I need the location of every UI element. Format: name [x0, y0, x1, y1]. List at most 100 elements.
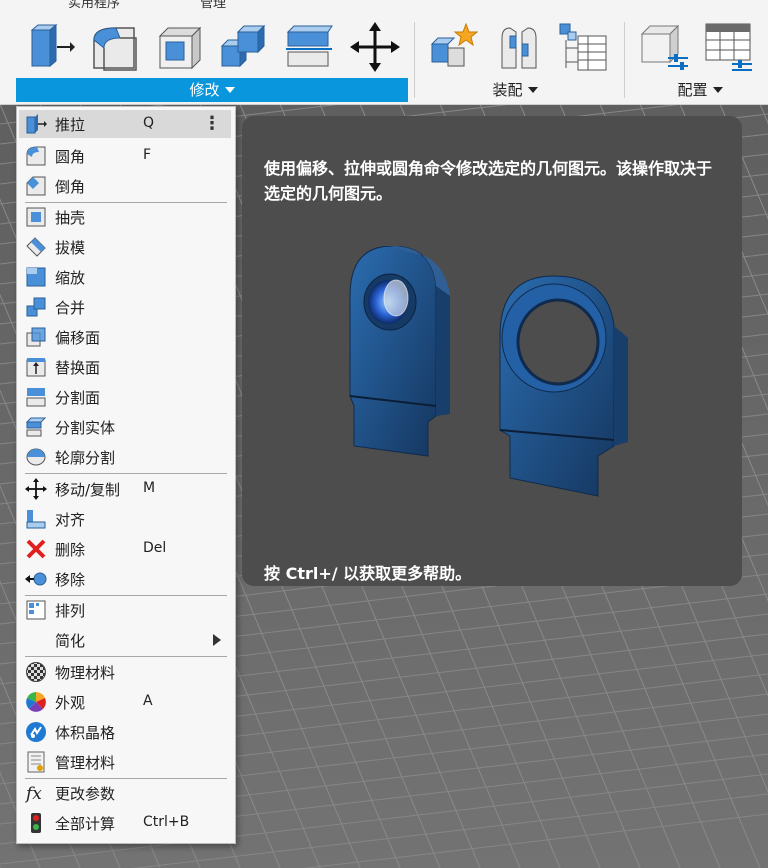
- menu-item-label: 移动/复制: [55, 481, 121, 499]
- physical-material-icon: [26, 662, 46, 682]
- volumetric-lattice-icon: [26, 722, 46, 742]
- menu-item-shortcut: A: [143, 693, 153, 709]
- menu-item-silhouette-split[interactable]: 轮廓分割: [19, 443, 231, 471]
- assemble-label: 装配: [492, 81, 523, 99]
- tab-utilities[interactable]: 实用程序: [68, 0, 120, 11]
- menu-item-press-pull[interactable]: 推拉 Q ⋮: [19, 110, 231, 138]
- menu-item-replace-face[interactable]: 替换面: [19, 353, 231, 381]
- menu-item-label: 排列: [55, 602, 86, 620]
- menu-item-label: 分割面: [55, 389, 101, 407]
- menu-item-label: 管理材料: [55, 754, 116, 772]
- menu-item-label: 拔模: [55, 239, 86, 257]
- compute-all-icon: [31, 813, 41, 833]
- menu-item-simplify[interactable]: 简化: [19, 626, 231, 654]
- menu-item-shortcut: Q: [143, 115, 155, 131]
- tab-manage[interactable]: 管理: [200, 0, 226, 11]
- modify-label: 修改: [189, 81, 220, 99]
- toolbar-separator: [414, 22, 415, 98]
- menu-item-move-copy[interactable]: 移动/复制 M: [19, 475, 231, 503]
- manage-materials-icon: [27, 751, 45, 773]
- fillet-icon[interactable]: [90, 22, 140, 72]
- split-face-icon: [26, 388, 46, 407]
- submenu-arrow-icon: [213, 634, 221, 646]
- menu-item-appearance[interactable]: 外观 A: [19, 688, 231, 716]
- draft-icon: [26, 237, 46, 257]
- menu-item-label: 删除: [55, 541, 86, 559]
- chevron-down-icon: [712, 87, 723, 93]
- configuration-table-icon[interactable]: [704, 22, 754, 72]
- assemble-dropdown[interactable]: 装配: [430, 78, 600, 102]
- menu-item-label: 圆角: [55, 148, 86, 166]
- remove-icon: [25, 572, 47, 586]
- menu-item-label: 外观: [55, 694, 86, 712]
- menu-item-shortcut: Ctrl+B: [143, 814, 190, 830]
- arrange-icon: [26, 600, 46, 620]
- appearance-icon: [26, 692, 46, 712]
- menu-item-label: 偏移面: [55, 329, 101, 347]
- press-pull-icon[interactable]: [26, 22, 76, 72]
- fillet-icon: [26, 146, 46, 166]
- more-options-icon[interactable]: ⋮: [203, 113, 221, 134]
- menu-item-split-body[interactable]: 分割实体: [19, 413, 231, 441]
- menu-item-label: 对齐: [55, 511, 86, 529]
- new-component-icon[interactable]: [428, 22, 478, 72]
- menu-item-label: 轮廓分割: [55, 449, 116, 467]
- menu-item-compute-all[interactable]: 全部计算 Ctrl+B: [19, 809, 231, 837]
- menu-item-volumetric-lattice[interactable]: 体积晶格: [19, 718, 231, 746]
- menu-item-label: 简化: [55, 632, 86, 650]
- menu-item-manage-materials[interactable]: 管理材料: [19, 748, 231, 776]
- silhouette-split-icon: [26, 448, 46, 466]
- menu-item-align[interactable]: 对齐: [19, 505, 231, 533]
- modify-dropdown[interactable]: 修改: [16, 78, 408, 102]
- move-icon[interactable]: [350, 22, 400, 72]
- menu-item-label: 体积晶格: [55, 724, 116, 742]
- split-face-icon[interactable]: [284, 22, 334, 72]
- combine-icon[interactable]: [218, 22, 268, 72]
- menu-item-scale[interactable]: 缩放: [19, 263, 231, 291]
- split-body-icon: [25, 417, 47, 437]
- tooltip-help-hint: 按 Ctrl+/ 以获取更多帮助。: [264, 564, 472, 583]
- menu-item-label: 更改参数: [55, 785, 116, 803]
- chevron-down-icon: [527, 87, 538, 93]
- menu-item-remove[interactable]: 移除: [19, 565, 231, 593]
- menu-item-arrange[interactable]: 排列: [19, 596, 231, 624]
- menu-item-label: 推拉: [55, 116, 86, 134]
- chevron-down-icon: [224, 87, 235, 93]
- top-tab-strip: 实用程序 管理: [0, 0, 768, 11]
- menu-item-change-parameters[interactable]: fx 更改参数: [19, 779, 231, 807]
- command-tooltip: 使用偏移、拉伸或圆角命令修改选定的几何图元。该操作取决于选定的几何图元。 按 C…: [242, 116, 742, 586]
- menu-item-draft[interactable]: 拔模: [19, 233, 231, 261]
- menu-item-label: 缩放: [55, 269, 86, 287]
- menu-item-physical-material[interactable]: 物理材料: [19, 658, 231, 686]
- menu-item-split-face[interactable]: 分割面: [19, 383, 231, 411]
- menu-item-shell[interactable]: 抽壳: [19, 203, 231, 231]
- offset-face-icon: [26, 327, 46, 347]
- menu-item-chamfer[interactable]: 倒角: [19, 172, 231, 200]
- configure-dropdown[interactable]: 配置: [640, 78, 760, 102]
- menu-item-label: 物理材料: [55, 664, 116, 682]
- shell-icon: [26, 207, 46, 227]
- menu-item-label: 替换面: [55, 359, 101, 377]
- menu-item-label: 分割实体: [55, 419, 116, 437]
- delete-icon: [26, 539, 46, 559]
- change-parameters-icon: fx: [25, 784, 42, 804]
- menu-item-combine[interactable]: 合并: [19, 293, 231, 321]
- menu-item-offset-face[interactable]: 偏移面: [19, 323, 231, 351]
- configure-model-icon[interactable]: [640, 22, 690, 72]
- toolbar-separator: [624, 22, 625, 98]
- menu-item-shortcut: Del: [143, 540, 167, 556]
- menu-separator: [25, 656, 227, 657]
- align-icon: [26, 510, 46, 529]
- svg-text:fx: fx: [25, 784, 42, 804]
- menu-separator: [25, 473, 227, 474]
- menu-item-shortcut: F: [143, 147, 152, 163]
- shell-icon[interactable]: [154, 22, 204, 72]
- menu-item-label: 全部计算: [55, 815, 116, 833]
- tooltip-illustration: [349, 246, 628, 497]
- joint-icon[interactable]: [494, 22, 544, 72]
- menu-item-label: 合并: [55, 299, 86, 317]
- menu-item-delete[interactable]: 删除 Del: [19, 535, 231, 563]
- chamfer-icon: [26, 176, 46, 196]
- menu-item-fillet[interactable]: 圆角 F: [19, 142, 231, 170]
- component-table-icon[interactable]: [558, 22, 608, 72]
